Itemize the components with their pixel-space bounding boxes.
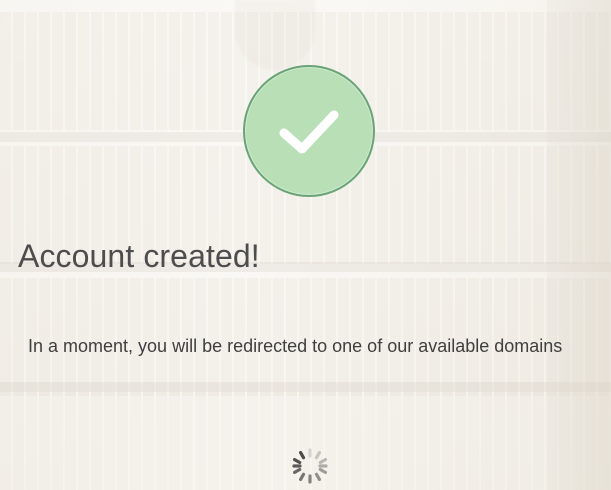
success-badge <box>243 65 375 197</box>
page-title: Account created! <box>18 238 260 274</box>
account-created-screen: Account created! In a moment, you will b… <box>0 0 611 490</box>
check-icon <box>279 110 339 154</box>
spinner-icon <box>292 448 328 484</box>
redirect-message: In a moment, you will be redirected to o… <box>28 336 563 356</box>
